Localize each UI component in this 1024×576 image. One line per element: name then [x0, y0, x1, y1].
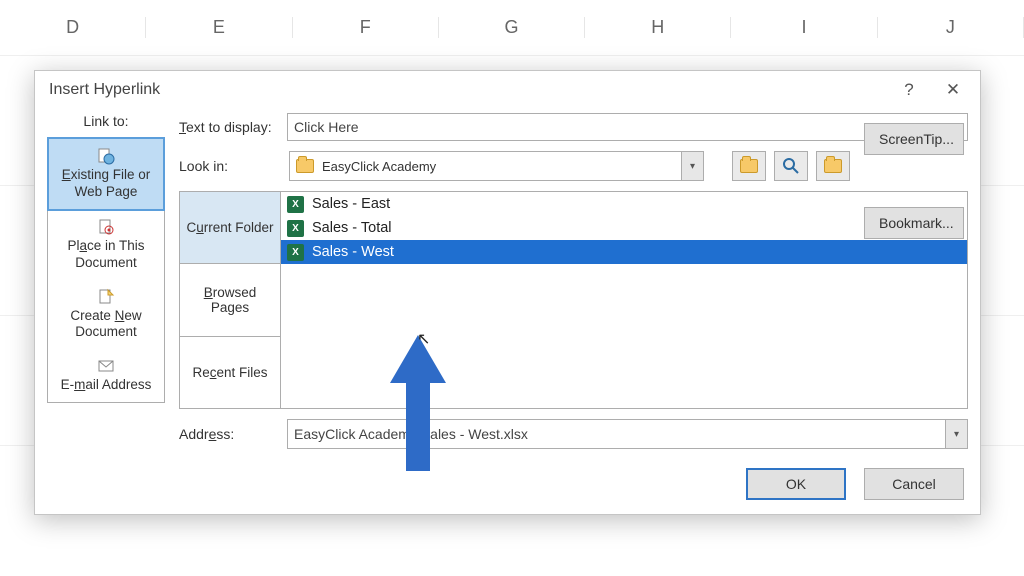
tab-recent-files[interactable]: Recent Files — [180, 337, 280, 408]
bookmark-button[interactable]: Bookmark... — [864, 207, 964, 239]
col-E[interactable]: E — [146, 17, 292, 38]
browse-file-button[interactable] — [816, 151, 850, 181]
dialog-title: Insert Hyperlink — [49, 81, 160, 99]
column-headers: D E F G H I J — [0, 0, 1024, 55]
look-in-combo[interactable]: EasyClick Academy ▾ — [289, 151, 704, 181]
col-G[interactable]: G — [439, 17, 585, 38]
excel-icon: X — [287, 244, 304, 261]
link-to-label: Link to: — [83, 113, 128, 129]
col-J[interactable]: J — [878, 17, 1024, 38]
col-F[interactable]: F — [293, 17, 439, 38]
linkto-place-in-doc[interactable]: Place in This Document — [48, 210, 164, 280]
linkto-label: Existing File or Web Page — [53, 167, 159, 201]
col-H[interactable]: H — [585, 17, 731, 38]
linkto-email-address[interactable]: E-mail Address — [48, 349, 164, 402]
col-D[interactable]: D — [0, 17, 146, 38]
linkto-create-new[interactable]: Create New Document — [48, 280, 164, 350]
help-button[interactable]: ? — [888, 75, 930, 105]
tab-browsed-pages[interactable]: Browsed Pages — [180, 264, 280, 336]
excel-icon: X — [287, 196, 304, 213]
close-button[interactable]: ✕ — [932, 75, 974, 105]
browse-area: Current Folder Browsed Pages Recent File… — [179, 191, 968, 409]
text-to-display-label: Text to display: — [179, 119, 281, 135]
address-label: Address: — [179, 426, 281, 442]
list-item[interactable]: XSales - West — [281, 240, 967, 264]
cancel-button[interactable]: Cancel — [864, 468, 964, 500]
new-document-icon — [97, 288, 115, 306]
titlebar[interactable]: Insert Hyperlink ? ✕ — [35, 71, 980, 109]
browse-web-button[interactable] — [774, 151, 808, 181]
globe-page-icon — [97, 147, 115, 165]
excel-icon: X — [287, 220, 304, 237]
col-I[interactable]: I — [731, 17, 877, 38]
tab-current-folder[interactable]: Current Folder — [180, 192, 280, 264]
ok-button[interactable]: OK — [746, 468, 846, 500]
look-in-label: Look in: — [179, 158, 281, 174]
linkto-existing-file[interactable]: Existing File or Web Page — [47, 137, 165, 211]
linkto-label: Place in This Document — [52, 238, 160, 272]
link-to-list: Existing File or Web Page Place in This … — [47, 137, 165, 403]
envelope-icon — [97, 357, 115, 375]
up-one-level-button[interactable] — [732, 151, 766, 181]
insert-hyperlink-dialog: Insert Hyperlink ? ✕ Link to: Existing F… — [34, 70, 981, 515]
folder-icon — [296, 159, 314, 173]
address-combo[interactable]: EasyClick Academy\Sales - West.xlsx ▾ — [287, 419, 968, 449]
address-value: EasyClick Academy\Sales - West.xlsx — [294, 426, 528, 442]
linkto-label: E-mail Address — [61, 377, 152, 394]
look-in-value: EasyClick Academy — [322, 159, 436, 174]
linkto-label: Create New Document — [52, 308, 160, 342]
chevron-down-icon[interactable]: ▾ — [681, 152, 703, 180]
document-target-icon — [97, 218, 115, 236]
screentip-button[interactable]: ScreenTip... — [864, 123, 964, 155]
chevron-down-icon[interactable]: ▾ — [945, 420, 967, 448]
